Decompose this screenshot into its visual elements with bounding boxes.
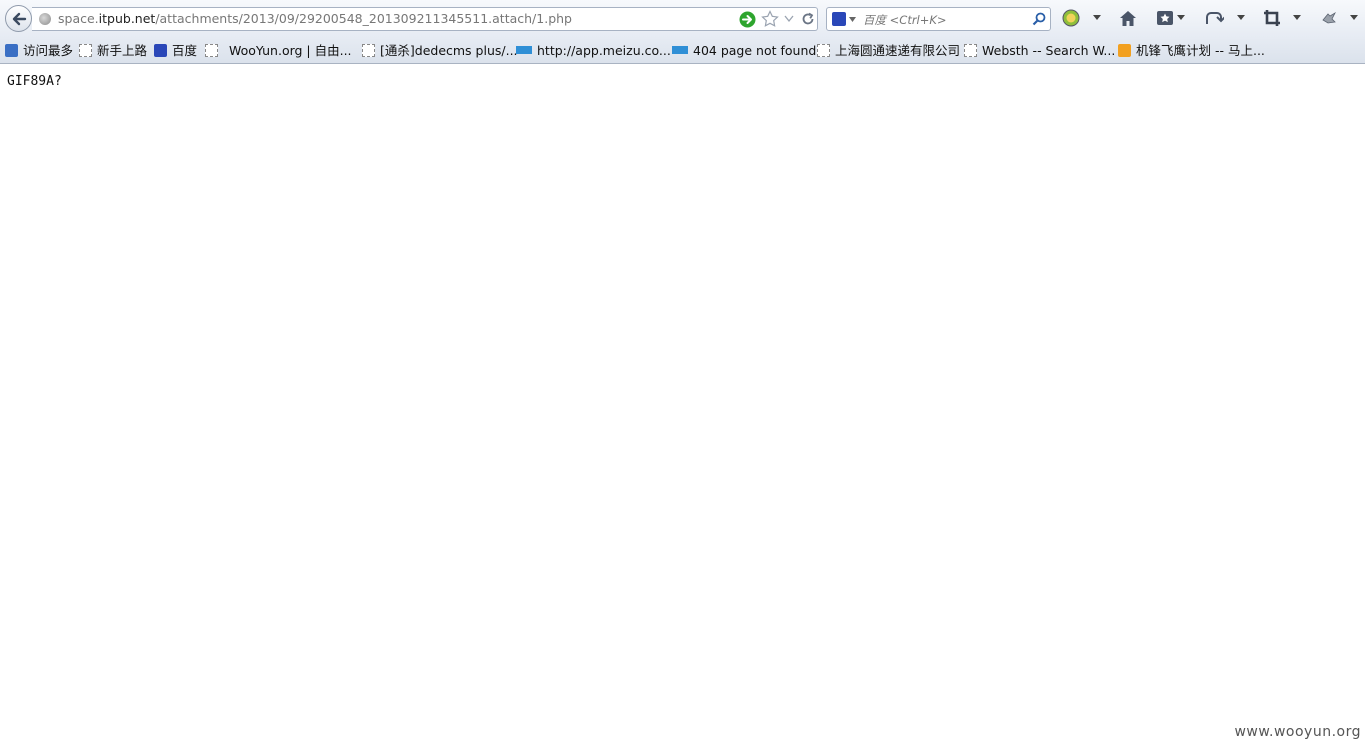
bookmark-jifeng[interactable]: 机锋飞鹰计划 -- 马上... [1118, 41, 1265, 60]
crop-dropdown-icon[interactable] [1293, 15, 1301, 20]
bookmark-dedecms[interactable]: [通杀]dedecms plus/... [362, 41, 518, 60]
bookmark-label: 新手上路 [97, 43, 148, 58]
go-arrow-icon[interactable] [739, 11, 756, 28]
engine-dropdown-icon[interactable] [849, 17, 856, 22]
meizu-icon [516, 46, 532, 54]
bookmark-yto[interactable]: 上海圆通速递有限公司 [817, 41, 960, 60]
url-path: /attachments/2013/09/29200548_2013092113… [155, 11, 572, 26]
page-icon [362, 44, 375, 57]
search-input[interactable]: 百度 <Ctrl+K> [863, 12, 947, 28]
bookmark-label: 机锋飞鹰计划 -- 马上... [1136, 43, 1265, 58]
bookmark-404[interactable]: 404 page not found [672, 41, 816, 60]
navigation-toolbar: space.itpub.net/attachments/2013/09/2920… [0, 0, 1365, 38]
bookmark-label: [通杀]dedecms plus/... [380, 43, 518, 58]
bookmark-label: Websth -- Search W... [982, 43, 1116, 58]
site-identity-icon[interactable] [39, 13, 51, 25]
bookmarks-dropdown-icon[interactable] [1177, 15, 1185, 20]
baidu-paw-icon [154, 44, 167, 57]
page-icon [817, 44, 830, 57]
bookmark-getting-started[interactable]: 新手上路 [79, 41, 147, 60]
bookmark-label: http://app.meizu.co... [537, 43, 671, 58]
search-bar[interactable]: 百度 <Ctrl+K> [826, 7, 1051, 31]
url-domain: itpub.net [98, 11, 156, 26]
bookmark-label: 404 page not found [693, 43, 817, 58]
bookmark-star-icon[interactable] [761, 10, 779, 28]
bookmarks-toolbar: 访问最多 新手上路 百度 WooYun.org | 自由... [通杀]dede… [0, 38, 1365, 64]
rss-icon [1118, 44, 1131, 57]
bookmark-label: 访问最多 [23, 43, 74, 58]
bookmark-most-visited[interactable]: 访问最多 [5, 41, 73, 60]
url-text[interactable]: space.itpub.net/attachments/2013/09/2920… [58, 11, 572, 26]
history-dropdown-icon[interactable] [784, 15, 794, 23]
undo-icon[interactable] [1204, 9, 1224, 27]
back-arrow-icon [12, 12, 27, 26]
most-visited-icon [5, 44, 18, 57]
addon-smiley-icon[interactable] [1062, 9, 1080, 27]
bookmark-label: 上海圆通速递有限公司 [835, 43, 961, 58]
bookmark-meizu-app[interactable]: http://app.meizu.co... [516, 41, 671, 60]
bookmark-label: WooYun.org | 自由... [229, 43, 352, 58]
bookmark-websth[interactable]: Websth -- Search W... [964, 41, 1115, 60]
extension-dropdown-icon[interactable] [1350, 15, 1358, 20]
url-bar[interactable]: space.itpub.net/attachments/2013/09/2920… [32, 7, 818, 31]
url-prefix: space. [58, 11, 99, 26]
crop-icon[interactable] [1263, 9, 1281, 27]
reload-icon[interactable] [801, 12, 815, 26]
addon-dropdown-icon[interactable] [1093, 15, 1101, 20]
bookmarks-menu-icon[interactable] [1156, 10, 1174, 26]
bookmark-wooyun[interactable]: WooYun.org | 自由... [205, 41, 352, 60]
bookmark-baidu[interactable]: 百度 [154, 41, 197, 60]
watermark: www.wooyun.org [1234, 724, 1361, 740]
home-icon[interactable] [1119, 10, 1137, 27]
search-magnifier-icon[interactable] [1032, 12, 1046, 26]
page-icon [79, 44, 92, 57]
page-body-text: GIF89A? [7, 74, 62, 89]
page-icon [205, 44, 218, 57]
bookmark-label: 百度 [172, 43, 198, 58]
back-button[interactable] [5, 5, 32, 32]
extension-icon[interactable] [1321, 11, 1337, 25]
meizu-icon [672, 46, 688, 54]
undo-dropdown-icon[interactable] [1237, 15, 1245, 20]
page-icon [964, 44, 977, 57]
baidu-engine-icon[interactable] [832, 12, 846, 26]
